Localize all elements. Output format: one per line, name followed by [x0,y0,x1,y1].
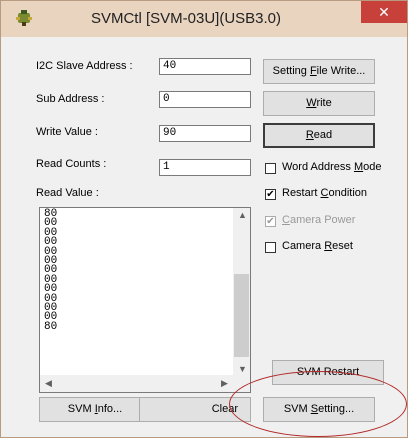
check-icon: ✔ [266,216,275,227]
camera-power-checkbox[interactable]: ✔ [265,216,276,227]
checkbox-label-part: Restart [282,187,321,199]
close-icon: ✕ [378,4,390,20]
sub-address-label: Sub Address : [36,93,105,105]
camera-power-label[interactable]: Camera Power [282,214,355,226]
scroll-up-icon[interactable]: ▲ [238,210,247,220]
highlight-ellipse-annotation [229,371,407,437]
read-value-label: Read Value : [36,187,99,199]
vertical-scrollbar[interactable]: ▲ ▼ [233,208,250,377]
list-item[interactable]: 80 [44,321,57,332]
button-label-part: Setting [272,65,310,77]
checkbox-label-part: Camera [282,240,325,252]
camera-reset-label[interactable]: Camera Reset [282,240,353,252]
restart-condition-label[interactable]: Restart Condition [282,187,367,199]
write-value-label: Write Value : [36,126,98,138]
button-label-mnemonic: R [305,129,314,141]
checkbox-label-part: Word Address [282,161,354,173]
check-icon: ✔ [266,189,275,200]
checkbox-label-part: ondition [328,187,368,199]
read-counts-field[interactable]: 1 [159,159,251,176]
i2c-slave-address-label: I2C Slave Address : [36,60,133,72]
i2c-slave-address-field[interactable]: 40 [159,58,251,75]
button-label-part: SVM [67,403,95,415]
scroll-left-icon[interactable]: ◀ [45,378,52,389]
read-counts-label: Read Counts : [36,158,107,170]
checkbox-label-mnemonic: M [353,161,364,173]
sub-address-field[interactable]: 0 [159,91,251,108]
checkbox-label-mnemonic: R [324,240,333,252]
read-button[interactable]: Read [263,123,375,148]
button-label-part: ead [313,129,333,141]
button-label-mnemonic: F [309,65,317,77]
write-value-field[interactable]: 90 [159,125,251,142]
word-address-mode-checkbox[interactable] [265,163,276,174]
word-address-mode-label[interactable]: Word Address Mode [282,161,381,173]
button-label-mnemonic: W [306,97,317,109]
camera-reset-checkbox[interactable] [265,242,276,253]
checkbox-label-part: amera Power [289,214,356,226]
restart-condition-checkbox[interactable]: ✔ [265,189,276,200]
button-label-part: nfo... [97,403,123,415]
svm-info-button[interactable]: SVM Info... [39,397,151,422]
title-bar[interactable]: SVMCtl [SVM-03U](USB3.0) ✕ [1,1,407,37]
svmctl-window: SVMCtl [SVM-03U](USB3.0) ✕ I2C Slave Add… [0,0,408,438]
checkbox-label-mnemonic: C [282,214,290,226]
read-value-listbox[interactable]: 80 00 00 00 00 00 00 00 00 00 00 00 80 ▲ ▼ ◀ ▶ [39,207,251,393]
scroll-right-icon[interactable]: ▶ [221,378,228,389]
setting-file-write-button[interactable]: Setting File Write... [263,59,375,84]
write-button[interactable]: Write [263,91,375,116]
vertical-scroll-thumb[interactable] [234,274,249,357]
window-title: SVMCtl [SVM-03U](USB3.0) [90,10,282,27]
read-value-list: 80 00 00 00 00 00 00 00 00 00 00 00 80 [44,208,57,332]
close-button[interactable]: ✕ [361,1,407,23]
checkbox-label-part: ode [363,161,382,173]
scroll-down-icon[interactable]: ▼ [238,364,247,374]
button-label-part: ile Write... [316,65,366,77]
checkbox-label-part: eset [332,240,353,252]
horizontal-scrollbar[interactable]: ◀ ▶ [40,375,233,392]
button-label-part: rite [316,97,332,109]
